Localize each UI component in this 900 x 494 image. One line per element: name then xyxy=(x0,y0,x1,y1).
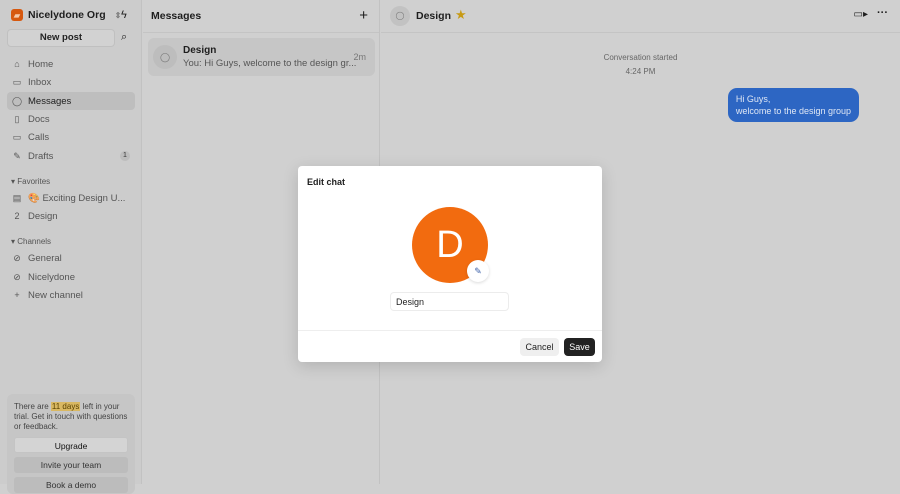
nav-label: Design xyxy=(28,210,58,222)
nav-label: 🎨 Exciting Design U... xyxy=(28,192,126,204)
channel-icon: ⊘ xyxy=(13,252,21,263)
channel-item[interactable]: ⊘ General xyxy=(7,249,135,267)
favorite-item[interactable]: ▤ 🎨 Exciting Design U... xyxy=(7,189,135,207)
save-button[interactable]: Save xyxy=(564,338,595,356)
invite-team-button[interactable]: Invite your team xyxy=(14,457,128,473)
draft-icon: ✎ xyxy=(13,150,21,161)
dialog-title: Edit chat xyxy=(307,177,346,187)
doc-icon: ▯ xyxy=(14,113,20,124)
member-count-icon: 2 xyxy=(14,211,20,221)
conversation-time: 2m xyxy=(353,52,366,62)
sidebar-item-calls[interactable]: ▭ Calls xyxy=(7,128,135,146)
chat-name-input[interactable] xyxy=(390,292,509,311)
nav-label: Inbox xyxy=(28,76,52,88)
edit-chat-dialog: Edit chat D ✎ Cancel Save xyxy=(298,166,602,362)
conversation-name: Design xyxy=(183,45,217,56)
sidebar-item-drafts[interactable]: ✎ Drafts 1 xyxy=(7,147,135,165)
sidebar-item-home[interactable]: ⌂ Home xyxy=(7,55,135,73)
channels-label: Channels xyxy=(17,237,52,246)
inbox-icon: ▭ xyxy=(12,76,22,87)
nav-label: General xyxy=(28,252,62,264)
chat-header: ◯ Design ★ ▭▸ ··· xyxy=(381,0,900,33)
document-icon: ▤ xyxy=(12,192,22,203)
sidebar-item-docs[interactable]: ▯ Docs xyxy=(7,110,135,128)
sidebar: ▰ Nicelydone Org ⇕ ϟ New post ⌕ ⌂ Home ▭ I… xyxy=(0,0,142,494)
channel-item[interactable]: ⊘ Nicelydone xyxy=(7,268,135,286)
channel-icon: ⊘ xyxy=(13,271,21,282)
conversation-started: Conversation started xyxy=(603,53,678,62)
sidebar-item-inbox[interactable]: ▭ Inbox xyxy=(7,73,135,91)
messages-title: Messages xyxy=(151,10,202,22)
org-name: Nicelydone Org xyxy=(28,9,106,21)
edit-avatar-pencil-icon[interactable]: ✎ xyxy=(467,260,489,282)
message-bubble: Hi Guys, welcome to the design group xyxy=(727,88,859,122)
chat-bubble-icon: ◯ xyxy=(153,45,177,69)
home-icon: ⌂ xyxy=(14,59,20,69)
favorite-item[interactable]: 2 Design xyxy=(7,207,135,225)
video-call-icon[interactable]: ▭▸ xyxy=(854,9,868,20)
star-icon[interactable]: ★ xyxy=(455,7,467,23)
message-icon: ◯ xyxy=(12,95,23,106)
upgrade-button[interactable]: Upgrade xyxy=(14,437,128,453)
dialog-divider xyxy=(298,330,602,331)
message-line: welcome to the design group xyxy=(735,106,851,116)
book-demo-button[interactable]: Book a demo xyxy=(14,477,128,493)
conversation-time: 4:24 PM xyxy=(625,67,656,76)
new-message-plus-icon[interactable]: + xyxy=(359,7,368,24)
org-logo-icon: ▰ xyxy=(11,9,23,21)
plus-icon: + xyxy=(14,290,20,300)
trial-text-pre: There are xyxy=(14,402,51,411)
trial-card: There are 11 days left in your trial. Ge… xyxy=(7,394,135,494)
cancel-button[interactable]: Cancel xyxy=(520,338,559,356)
nav-label: New channel xyxy=(28,289,83,301)
conversation-preview: You: Hi Guys, welcome to the design gr..… xyxy=(183,58,357,69)
chat-bubble-icon: ◯ xyxy=(390,6,410,26)
trial-text: There are 11 days left in your trial. Ge… xyxy=(14,402,128,432)
new-channel-button[interactable]: + New channel xyxy=(7,286,135,304)
conversation-item[interactable]: ◯ Design You: Hi Guys, welcome to the de… xyxy=(148,38,375,76)
nav-label: Drafts xyxy=(28,150,54,162)
new-post-button[interactable]: New post xyxy=(7,29,115,47)
favorites-label: Favorites xyxy=(17,177,51,186)
trial-days: 11 days xyxy=(50,402,81,411)
search-icon[interactable]: ⌕ xyxy=(121,31,127,44)
nav-label: Messages xyxy=(28,95,72,107)
more-options-icon[interactable]: ··· xyxy=(877,7,888,19)
org-switcher[interactable]: ▰ Nicelydone Org ⇕ xyxy=(11,9,121,21)
messages-header: Messages + xyxy=(143,0,379,33)
drafts-count-badge: 1 xyxy=(120,151,130,161)
bolt-icon[interactable]: ϟ xyxy=(121,9,127,21)
nav-label: Nicelydone xyxy=(28,271,75,283)
sidebar-item-messages[interactable]: ◯ Messages xyxy=(7,92,135,110)
favorites-section-toggle[interactable]: ▾ Favorites xyxy=(11,177,50,186)
nav-label: Calls xyxy=(28,131,50,143)
video-icon: ▭ xyxy=(12,131,22,142)
nav-label: Docs xyxy=(28,113,50,125)
channels-section-toggle[interactable]: ▾ Channels xyxy=(11,237,51,246)
message-line: Hi Guys, xyxy=(735,94,771,104)
nav-label: Home xyxy=(28,58,54,70)
chat-title: Design xyxy=(416,10,452,22)
